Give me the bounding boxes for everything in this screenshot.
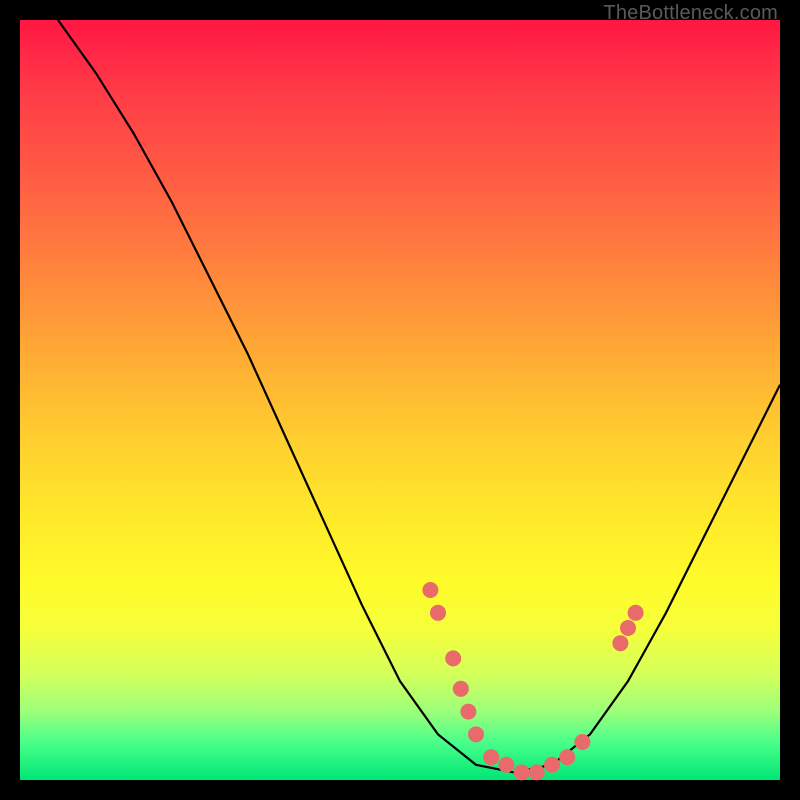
- data-marker: [498, 757, 514, 773]
- data-marker: [559, 749, 575, 765]
- plot-area: [20, 20, 780, 780]
- bottleneck-curve: [58, 20, 780, 772]
- data-marker: [612, 635, 628, 651]
- data-marker: [460, 704, 476, 720]
- data-marker: [529, 764, 545, 780]
- data-markers: [422, 582, 643, 780]
- data-marker: [628, 605, 644, 621]
- data-marker: [544, 757, 560, 773]
- data-marker: [453, 681, 469, 697]
- data-marker: [514, 764, 530, 780]
- data-marker: [430, 605, 446, 621]
- data-marker: [445, 650, 461, 666]
- data-marker: [468, 726, 484, 742]
- data-marker: [483, 749, 499, 765]
- watermark-text: TheBottleneck.com: [603, 2, 778, 25]
- chart-svg: [20, 20, 780, 780]
- data-marker: [422, 582, 438, 598]
- data-marker: [574, 734, 590, 750]
- data-marker: [620, 620, 636, 636]
